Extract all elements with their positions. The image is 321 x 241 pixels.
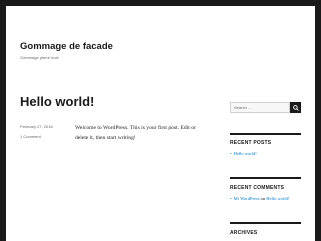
comment-on-text: on: [260, 196, 266, 201]
site-title[interactable]: Gommage de facade: [20, 41, 113, 52]
recent-post-link[interactable]: Hello world!: [234, 151, 257, 156]
widget-divider: [230, 177, 301, 179]
search-input[interactable]: Search …: [230, 102, 290, 113]
search-icon: [292, 104, 299, 111]
bullet-icon: •: [230, 151, 232, 156]
post-date[interactable]: February 27, 2016: [20, 124, 53, 129]
post-content: Welcome to WordPress. This is your first…: [75, 125, 196, 141]
recent-post-item[interactable]: • Hello world!: [230, 151, 257, 156]
bullet-icon: •: [230, 196, 232, 201]
search-placeholder: Search …: [234, 105, 252, 110]
comment-post-link[interactable]: Hello world!: [266, 196, 289, 201]
post-title[interactable]: Hello world!: [20, 94, 94, 109]
search-button[interactable]: [290, 102, 301, 113]
recent-posts-title: RECENT POSTS: [230, 140, 272, 146]
recent-comments-title: RECENT COMMENTS: [230, 185, 285, 191]
recent-comment-item: • Mr WordPress on Hello world!: [230, 196, 289, 201]
site-description: Gommage pierre bois: [20, 55, 59, 60]
widget-divider: [230, 133, 301, 135]
search-form: Search …: [230, 102, 301, 113]
post-comments-link[interactable]: 1 Comment: [20, 134, 41, 139]
widget-divider: [230, 222, 301, 224]
comment-author-link[interactable]: Mr WordPress: [234, 196, 260, 201]
archives-title: ARCHIVES: [230, 230, 258, 236]
site-container: Gommage de facade Gommage pierre bois He…: [6, 6, 315, 241]
